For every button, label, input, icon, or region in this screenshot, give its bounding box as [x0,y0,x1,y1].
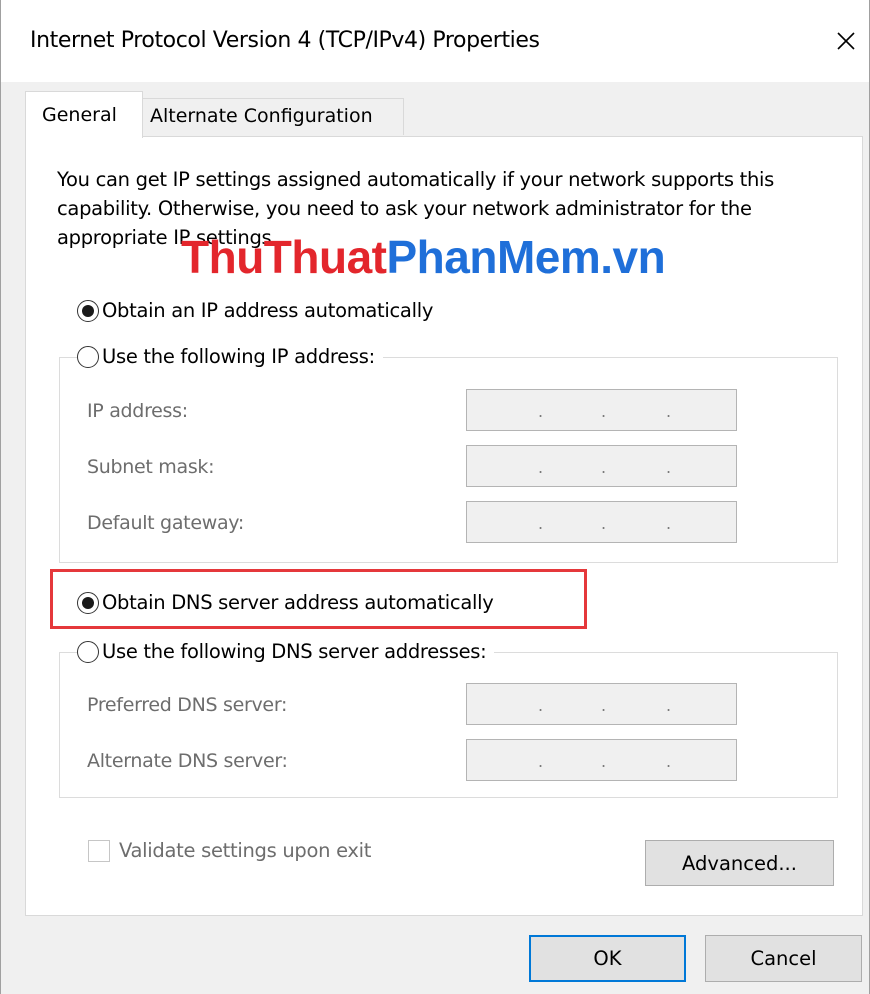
tab-alternate-configuration[interactable]: Alternate Configuration [141,98,404,135]
default-gateway-input[interactable]: ... [466,501,737,543]
radio-unselected-icon [77,345,99,368]
close-button[interactable] [823,18,869,64]
close-icon [837,32,855,50]
dialog-window: Internet Protocol Version 4 (TCP/IPv4) P… [0,0,870,994]
watermark: ThuThuatPhanMem.vn [181,230,666,284]
tab-general[interactable]: General [25,91,143,138]
radio-selected-icon [77,591,99,614]
obtain-ip-auto-label: Obtain an IP address automatically [102,299,434,322]
advanced-button[interactable]: Advanced... [645,840,834,886]
radio-unselected-icon [77,640,99,663]
use-following-dns-label: Use the following DNS server addresses: [102,640,487,663]
obtain-dns-auto-label: Obtain DNS server address automatically [102,591,494,614]
preferred-dns-label: Preferred DNS server: [87,694,288,716]
watermark-part-2: PhanMem.vn [386,231,666,283]
watermark-part-1: ThuThuat [181,231,387,283]
alternate-dns-label: Alternate DNS server: [87,750,288,772]
subnet-mask-input[interactable]: ... [466,445,737,487]
title-bar: Internet Protocol Version 4 (TCP/IPv4) P… [1,0,869,82]
obtain-ip-auto-radio[interactable]: Obtain an IP address automatically [77,299,433,322]
cancel-button[interactable]: Cancel [705,935,862,982]
ip-address-input[interactable]: ... [466,389,737,431]
validate-settings-label: Validate settings upon exit [119,839,372,862]
ok-button[interactable]: OK [529,935,686,982]
use-following-dns-radio[interactable]: Use the following DNS server addresses: [77,640,495,663]
use-following-ip-radio[interactable]: Use the following IP address: [77,345,383,368]
default-gateway-label: Default gateway: [87,512,244,534]
window-title: Internet Protocol Version 4 (TCP/IPv4) P… [30,28,540,53]
preferred-dns-input[interactable]: ... [466,683,737,725]
radio-selected-icon [77,299,99,322]
subnet-mask-label: Subnet mask: [87,456,215,478]
validate-settings-checkbox[interactable] [88,839,110,862]
validate-settings-checkbox-row[interactable]: Validate settings upon exit [88,839,371,862]
use-following-ip-label: Use the following IP address: [102,345,375,368]
ip-address-label: IP address: [87,400,188,422]
alternate-dns-input[interactable]: ... [466,739,737,781]
obtain-dns-auto-radio[interactable]: Obtain DNS server address automatically [77,591,494,614]
